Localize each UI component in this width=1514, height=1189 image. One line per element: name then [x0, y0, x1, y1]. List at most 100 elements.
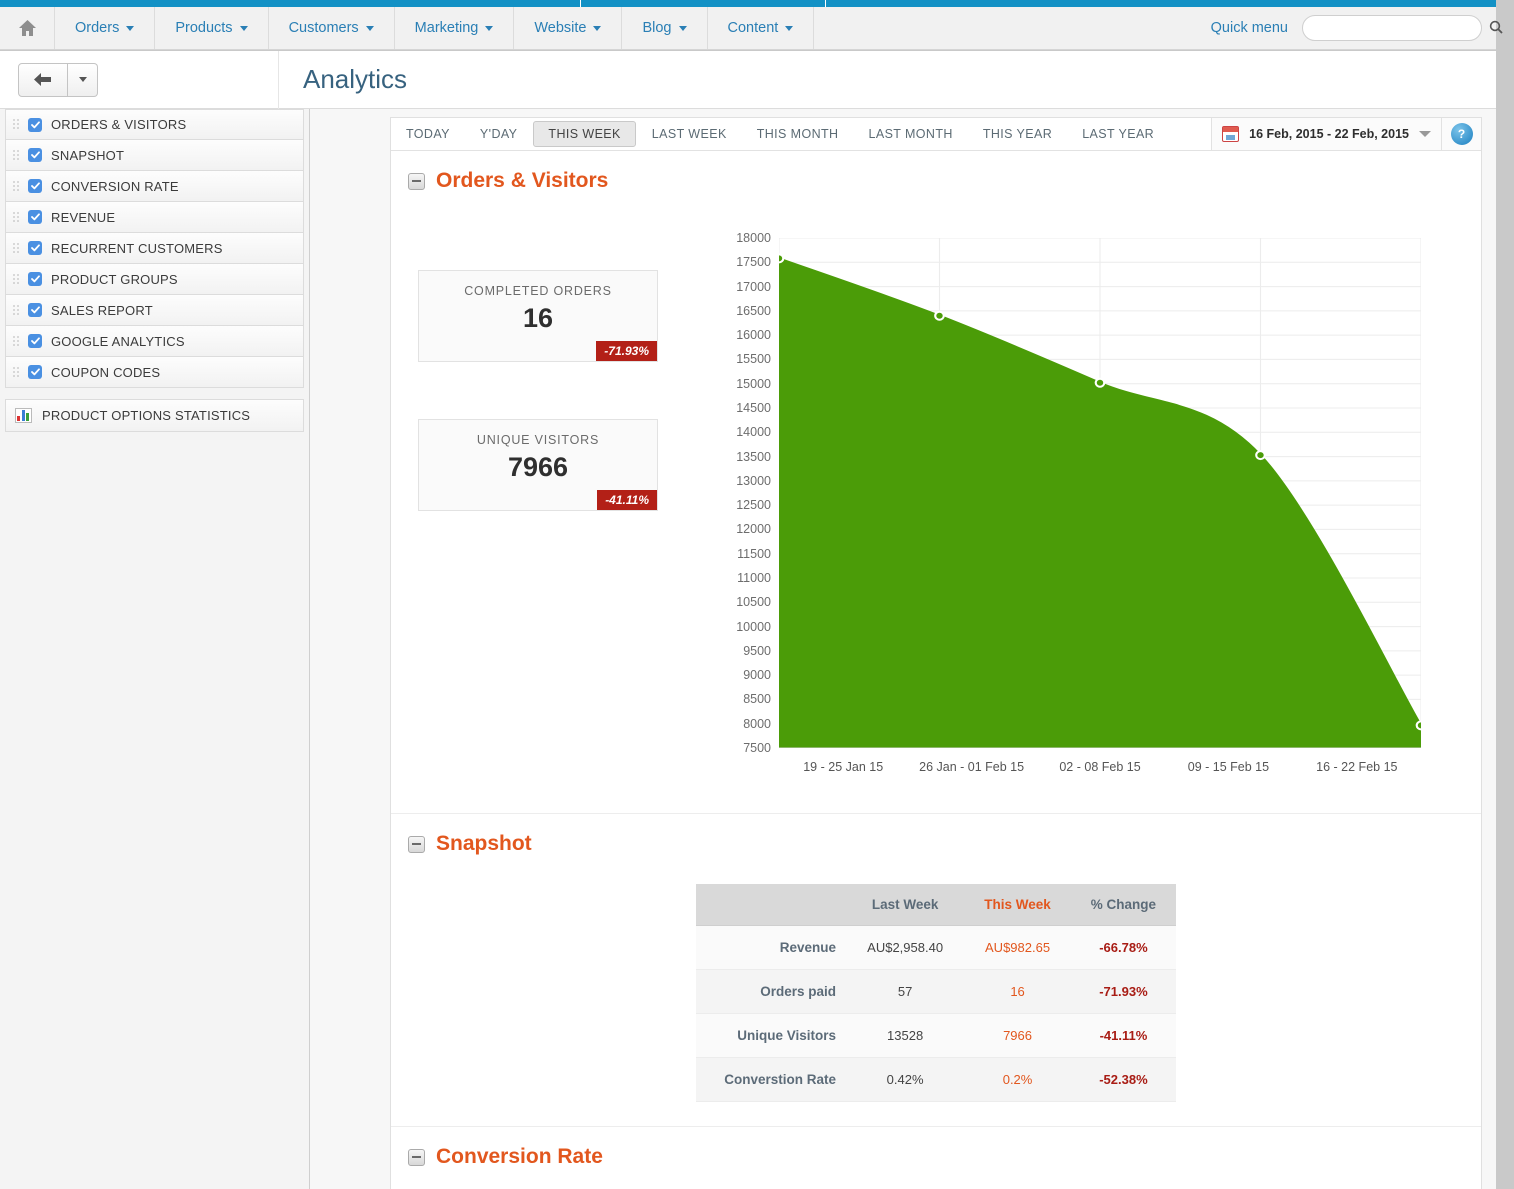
- stat-value: 7966: [507, 452, 569, 482]
- chart-y-tick-label: 8000: [743, 716, 771, 731]
- col-header-last-week: Last Week: [846, 884, 965, 926]
- sidebar-item-label: PRODUCT GROUPS: [51, 271, 178, 287]
- drag-handle-icon[interactable]: [12, 241, 21, 255]
- chart-y-axis: 18000 17500 17000 16500 16000 15500 15000 14500…: [721, 231, 771, 755]
- main-navigation: Orders Products Customers Marketing Webs…: [0, 7, 1503, 50]
- nav-item-blog[interactable]: Blog: [622, 7, 708, 49]
- chart-y-tick-label: 16000: [736, 328, 771, 343]
- search-box[interactable]: [1302, 15, 1503, 41]
- drag-handle-icon[interactable]: [12, 334, 21, 348]
- help-button[interactable]: ?: [1441, 118, 1481, 150]
- sidebar-item-google-analytics[interactable]: GOOGLE ANALYTICS: [5, 326, 304, 357]
- date-tab-this-year[interactable]: THIS YEAR: [969, 121, 1066, 147]
- nav-right-group: Quick menu: [1211, 7, 1503, 49]
- page-title: Analytics: [303, 64, 408, 94]
- chart-x-tick-label: 19 - 25 Jan 15: [803, 760, 884, 774]
- collapse-toggle-icon[interactable]: [408, 1148, 425, 1166]
- sidebar-item-label: GOOGLE ANALYTICS: [51, 333, 185, 349]
- chart-y-tick-label: 12500: [736, 498, 771, 513]
- nav-item-marketing[interactable]: Marketing: [395, 7, 515, 49]
- stat-change-badge: -71.93%: [596, 341, 657, 361]
- back-button-group: [18, 62, 98, 97]
- sidebar-item-label: SNAPSHOT: [51, 147, 125, 163]
- orders-visitors-chart: 18000 17500 17000 16500 16000 15500 15000 14500…: [721, 231, 1431, 798]
- row-label: Converstion Rate: [696, 1057, 846, 1102]
- chart-x-tick-label: 26 Jan - 01 Feb 15: [919, 760, 1025, 774]
- sidebar-item-conversion-rate[interactable]: CONVERSION RATE: [5, 171, 304, 202]
- quick-menu-link[interactable]: Quick menu: [1211, 20, 1288, 36]
- sidebar-item-label: COUPON CODES: [51, 364, 161, 380]
- nav-item-customers[interactable]: Customers: [269, 7, 395, 49]
- checkbox-icon[interactable]: [28, 179, 42, 193]
- nav-item-content[interactable]: Content: [708, 7, 815, 49]
- col-header-this-week: This Week: [964, 884, 1071, 926]
- chart-y-tick-label: 8500: [743, 692, 771, 707]
- cell-pct-change: -66.78%: [1070, 925, 1176, 970]
- table-row: Unique Visitors 13528 7966 -41.11%: [696, 1013, 1176, 1058]
- search-input[interactable]: [1313, 20, 1489, 36]
- collapse-toggle-icon[interactable]: [408, 172, 425, 190]
- back-button[interactable]: [18, 62, 68, 97]
- date-tab-last-week[interactable]: LAST WEEK: [638, 121, 741, 147]
- date-range-picker[interactable]: 16 Feb, 2015 - 22 Feb, 2015: [1211, 118, 1441, 150]
- checkbox-icon[interactable]: [28, 272, 42, 286]
- nav-item-orders[interactable]: Orders: [55, 7, 156, 49]
- date-tab-this-month[interactable]: THIS MONTH: [743, 121, 853, 147]
- date-tab-today[interactable]: TODAY: [392, 121, 464, 147]
- checkbox-icon[interactable]: [28, 241, 42, 255]
- date-tab-this-week[interactable]: THIS WEEK: [533, 121, 636, 147]
- nav-item-website[interactable]: Website: [514, 7, 623, 49]
- chart-y-tick-label: 16500: [736, 303, 771, 318]
- date-tab-yday[interactable]: Y'DAY: [466, 121, 532, 147]
- drag-handle-icon[interactable]: [12, 179, 21, 193]
- section-title: Snapshot: [436, 832, 532, 855]
- drag-handle-icon[interactable]: [12, 272, 21, 286]
- checkbox-icon[interactable]: [28, 334, 42, 348]
- page-titlebar: Analytics: [0, 50, 1496, 109]
- sidebar-item-label: CONVERSION RATE: [51, 178, 179, 194]
- collapse-toggle-icon[interactable]: [408, 835, 425, 853]
- back-dropdown-button[interactable]: [68, 62, 98, 97]
- cell-this-week: 0.2%: [964, 1057, 1071, 1102]
- sidebar-item-recurrent-customers[interactable]: RECURRENT CUSTOMERS: [5, 233, 304, 264]
- sidebar-item-snapshot[interactable]: SNAPSHOT: [5, 140, 304, 171]
- sidebar-item-product-options-statistics[interactable]: PRODUCT OPTIONS STATISTICS: [5, 399, 304, 432]
- nav-item-products[interactable]: Products: [155, 7, 269, 49]
- chart-y-tick-label: 15500: [736, 352, 771, 367]
- stat-label: UNIQUE VISITORS: [476, 433, 600, 447]
- chart-y-tick-label: 11000: [737, 571, 771, 585]
- date-tab-last-year[interactable]: LAST YEAR: [1068, 121, 1168, 147]
- col-header-metric: [696, 884, 846, 926]
- drag-handle-icon[interactable]: [12, 148, 21, 162]
- checkbox-icon[interactable]: [28, 303, 42, 317]
- date-tab-last-month[interactable]: LAST MONTH: [854, 121, 966, 147]
- chart-y-tick-label: 14500: [736, 401, 771, 415]
- chevron-down-icon: [1419, 131, 1431, 137]
- analytics-card: TODAY Y'DAY THIS WEEK LAST WEEK THIS MON…: [390, 117, 1482, 1189]
- drag-handle-icon[interactable]: [12, 365, 21, 379]
- checkbox-icon[interactable]: [28, 210, 42, 224]
- checkbox-icon[interactable]: [28, 148, 42, 162]
- checkbox-icon[interactable]: [28, 117, 42, 132]
- chart-y-tick-label: 18000: [736, 231, 771, 245]
- drag-handle-icon[interactable]: [12, 303, 21, 317]
- nav-item-label: Orders: [75, 20, 120, 36]
- sidebar-item-revenue[interactable]: REVENUE: [5, 202, 304, 233]
- table-header-row: Last Week This Week % Change: [696, 884, 1176, 926]
- chevron-down-icon: [126, 25, 135, 31]
- drag-handle-icon[interactable]: [12, 118, 21, 131]
- cell-pct-change: -71.93%: [1070, 969, 1176, 1014]
- stat-change-badge: -41.11%: [597, 490, 657, 510]
- drag-handle-icon[interactable]: [12, 210, 21, 224]
- stat-label: COMPLETED ORDERS: [464, 284, 612, 298]
- cell-pct-change: -41.11%: [1070, 1013, 1176, 1058]
- sidebar-item-coupon-codes[interactable]: COUPON CODES: [5, 357, 304, 388]
- sidebar-item-sales-report[interactable]: SALES REPORT: [5, 295, 304, 326]
- checkbox-icon[interactable]: [28, 365, 42, 379]
- sidebar-item-orders-visitors[interactable]: ORDERS & VISITORS: [5, 109, 304, 140]
- chart-y-tick-label: 11500: [737, 546, 771, 561]
- home-icon[interactable]: [0, 7, 55, 49]
- sidebar-item-label: PRODUCT OPTIONS STATISTICS: [42, 408, 251, 423]
- sidebar-item-product-groups[interactable]: PRODUCT GROUPS: [5, 264, 304, 295]
